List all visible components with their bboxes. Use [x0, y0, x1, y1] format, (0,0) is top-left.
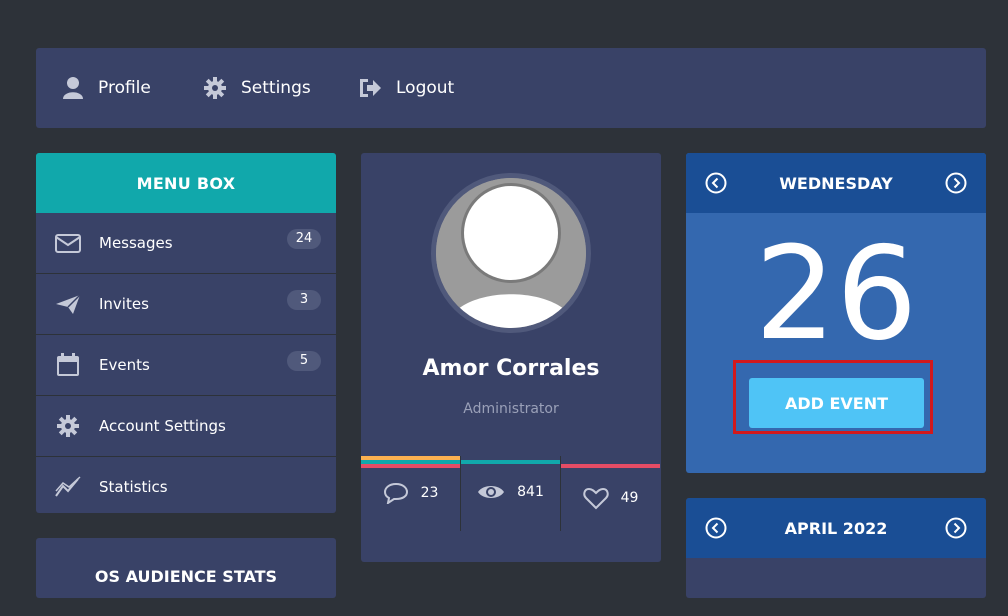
avatar[interactable]: [436, 178, 586, 328]
line-chart-icon: [55, 476, 81, 497]
menu-item-account-settings[interactable]: Account Settings: [36, 396, 336, 457]
audience-stats-panel: OS AUDIENCE STATS: [36, 538, 336, 598]
profile-card: Amor Corrales Administrator 23 841 49: [361, 153, 661, 562]
gear-icon: [204, 77, 226, 99]
menu-item-label: Events: [99, 356, 150, 374]
stat-comments[interactable]: 23: [361, 456, 461, 531]
envelope-icon: [55, 234, 81, 253]
day-name: WEDNESDAY: [779, 173, 893, 193]
eye-icon: [478, 486, 505, 498]
nav-logout-label: Logout: [396, 78, 455, 98]
stat-likes[interactable]: 49: [561, 456, 660, 531]
top-navigation-bar: Profile Settings Logout: [36, 48, 986, 128]
add-event-button[interactable]: ADD EVENT: [749, 378, 924, 428]
chevron-right-circle-icon[interactable]: [945, 172, 967, 194]
menu-item-messages[interactable]: Messages 24: [36, 213, 336, 274]
menu-item-label: Messages: [99, 234, 173, 252]
nav-settings-link[interactable]: Settings: [203, 48, 311, 128]
profile-name: Amor Corrales: [422, 356, 600, 381]
menu-item-label: Statistics: [99, 478, 168, 496]
paper-plane-icon: [56, 294, 81, 314]
menu-box-title: MENU BOX: [36, 153, 336, 213]
chevron-left-circle-icon[interactable]: [705, 172, 727, 194]
menu-item-label: Invites: [99, 295, 149, 313]
stat-value: 841: [517, 484, 544, 500]
heart-icon: [582, 487, 609, 510]
nav-settings-label: Settings: [241, 78, 311, 98]
calendar-day-header: WEDNESDAY: [686, 153, 986, 213]
gear-icon: [57, 415, 79, 437]
nav-profile-link[interactable]: Profile: [62, 48, 151, 128]
calendar-icon: [57, 353, 79, 376]
month-title: APRIL 2022: [784, 518, 888, 538]
stat-color-bar: [561, 464, 660, 468]
sign-out-icon: [360, 79, 381, 97]
chevron-right-circle-icon[interactable]: [945, 517, 967, 539]
count-badge: 24: [287, 229, 321, 249]
nav-logout-link[interactable]: Logout: [358, 48, 454, 128]
menu-item-statistics[interactable]: Statistics: [36, 457, 336, 513]
menu-item-label: Account Settings: [99, 417, 226, 435]
stat-color-bar: [361, 464, 460, 468]
chevron-left-circle-icon[interactable]: [705, 517, 727, 539]
calendar-day-card: WEDNESDAY 26 ADD EVENT: [686, 153, 986, 473]
user-icon: [63, 77, 83, 99]
count-badge: 3: [287, 290, 321, 310]
menu-box: MENU BOX Messages 24 Invites 3 Events 5: [36, 153, 336, 513]
menu-item-events[interactable]: Events 5: [36, 335, 336, 396]
stat-value: 23: [420, 485, 439, 501]
profile-role: Administrator: [463, 401, 559, 417]
stat-color-bar: [461, 460, 560, 464]
day-number: 26: [754, 220, 918, 369]
menu-item-invites[interactable]: Invites 3: [36, 274, 336, 335]
month-calendar-card: APRIL 2022: [686, 498, 986, 598]
month-header: APRIL 2022: [686, 498, 986, 558]
nav-profile-label: Profile: [98, 78, 151, 98]
user-silhouette-icon: [436, 178, 586, 328]
comment-icon: [383, 482, 408, 504]
audience-stats-title: OS AUDIENCE STATS: [94, 567, 278, 586]
stat-views[interactable]: 841: [461, 456, 561, 531]
count-badge: 5: [287, 351, 321, 371]
stat-value: 49: [620, 490, 639, 506]
